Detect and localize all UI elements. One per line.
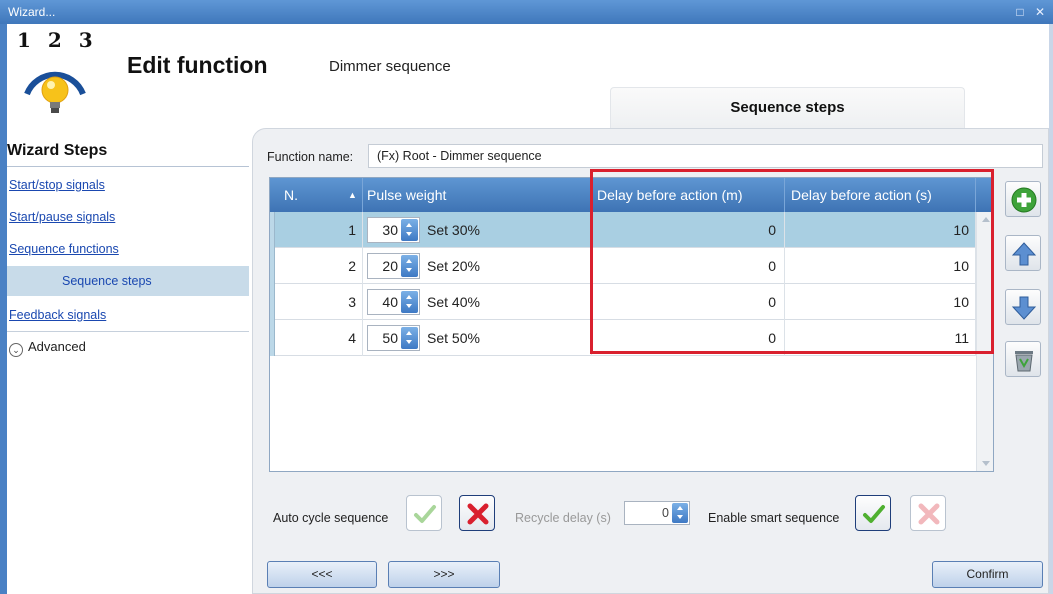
move-up-icon xyxy=(1011,242,1037,266)
pulse-weight-stepper[interactable]: 40 xyxy=(367,289,420,315)
sidebar: Wizard Steps Start/stop signals Start/pa… xyxy=(7,128,257,594)
pulse-weight-value: 20 xyxy=(382,258,398,274)
recycle-delay-label: Recycle delay (s) xyxy=(515,511,611,525)
spinner-arrows-icon[interactable] xyxy=(401,219,418,241)
cell-pulse-weight: 30 Set 30% xyxy=(363,212,592,248)
chevron-down-icon: ⌄ xyxy=(9,343,23,357)
column-header-pulse-weight[interactable]: Pulse weight xyxy=(363,178,592,212)
window-titlebar[interactable]: Wizard... □ ✕ xyxy=(0,0,1053,24)
spinner-arrows-icon[interactable] xyxy=(401,291,418,313)
recycle-delay-value: 0 xyxy=(662,506,669,520)
cell-pulse-weight: 40 Set 40% xyxy=(363,284,592,320)
function-name-label: Function name: xyxy=(267,150,354,164)
cell-n: 2 xyxy=(270,248,363,284)
sort-ascending-icon: ▲ xyxy=(348,190,357,200)
confirm-button[interactable]: Confirm xyxy=(932,561,1043,588)
cell-pulse-weight: 50 Set 50% xyxy=(363,320,592,356)
window-title: Wizard... xyxy=(8,5,56,19)
cross-icon xyxy=(467,503,489,525)
sidebar-item-start-pause-signals[interactable]: Start/pause signals xyxy=(7,202,249,232)
pulse-set-label: Set 20% xyxy=(427,258,480,274)
pulse-set-label: Set 30% xyxy=(427,222,480,238)
pulse-weight-stepper[interactable]: 50 xyxy=(367,325,420,351)
advanced-expander[interactable]: ⌄ Advanced xyxy=(9,335,86,359)
pulse-set-label: Set 50% xyxy=(427,330,480,346)
move-down-button[interactable] xyxy=(1005,289,1041,325)
sidebar-item-feedback-signals[interactable]: Feedback signals xyxy=(7,300,249,330)
pulse-weight-value: 50 xyxy=(382,330,398,346)
pulse-weight-stepper[interactable]: 30 xyxy=(367,217,420,243)
divider xyxy=(7,166,249,167)
divider xyxy=(7,331,249,332)
previous-button[interactable]: <<< xyxy=(267,561,377,588)
cell-n: 3 xyxy=(270,284,363,320)
pulse-weight-value: 30 xyxy=(382,222,398,238)
highlight-box xyxy=(590,169,994,354)
spinner-arrows-icon[interactable] xyxy=(672,503,688,523)
cell-pulse-weight: 20 Set 20% xyxy=(363,248,592,284)
delete-icon xyxy=(1015,351,1033,372)
cell-n: 1 xyxy=(270,212,363,248)
auto-cycle-label: Auto cycle sequence xyxy=(273,511,389,525)
advanced-label: Advanced xyxy=(28,339,86,354)
smart-sequence-enable-button[interactable] xyxy=(855,495,891,531)
window-controls[interactable]: □ ✕ xyxy=(1016,0,1049,24)
add-row-button[interactable] xyxy=(1005,181,1041,217)
page-title: Edit function xyxy=(127,52,268,78)
auto-cycle-enable-button[interactable] xyxy=(406,495,442,531)
column-header-n[interactable]: N. ▲ xyxy=(270,178,363,212)
wizard-logo: 1 2 3 xyxy=(17,28,103,124)
page-subtitle: Dimmer sequence xyxy=(329,58,451,75)
auto-cycle-disable-button[interactable] xyxy=(459,495,495,531)
sidebar-item-sequence-steps[interactable]: Sequence steps xyxy=(7,266,249,296)
sidebar-item-start-stop-signals[interactable]: Start/stop signals xyxy=(7,170,249,200)
lightbulb-icon xyxy=(24,71,86,113)
spinner-arrows-icon[interactable] xyxy=(401,255,418,277)
move-down-icon xyxy=(1011,296,1037,320)
recycle-delay-stepper[interactable]: 0 xyxy=(624,501,690,525)
function-name-input[interactable]: (Fx) Root - Dimmer sequence xyxy=(368,144,1043,168)
spinner-arrows-icon[interactable] xyxy=(401,327,418,349)
smart-sequence-label: Enable smart sequence xyxy=(708,511,840,525)
check-icon xyxy=(863,505,885,523)
pulse-weight-stepper[interactable]: 20 xyxy=(367,253,420,279)
check-icon xyxy=(414,505,436,523)
sidebar-item-sequence-functions[interactable]: Sequence functions xyxy=(7,234,249,264)
cross-icon xyxy=(918,503,940,525)
cell-n: 4 xyxy=(270,320,363,356)
sidebar-title: Wizard Steps xyxy=(7,142,108,159)
window-frame-right xyxy=(1049,24,1053,594)
pulse-set-label: Set 40% xyxy=(427,294,480,310)
smart-sequence-disable-button[interactable] xyxy=(910,495,946,531)
move-up-button[interactable] xyxy=(1005,235,1041,271)
tab-sequence-steps[interactable]: Sequence steps xyxy=(610,87,965,128)
next-button[interactable]: >>> xyxy=(388,561,500,588)
header: 1 2 3 Edit function Dimmer sequence Sequ… xyxy=(7,24,1049,128)
add-icon xyxy=(1011,187,1037,213)
pulse-weight-value: 40 xyxy=(382,294,398,310)
delete-row-button[interactable] xyxy=(1005,341,1041,377)
window-frame-left xyxy=(0,24,7,594)
